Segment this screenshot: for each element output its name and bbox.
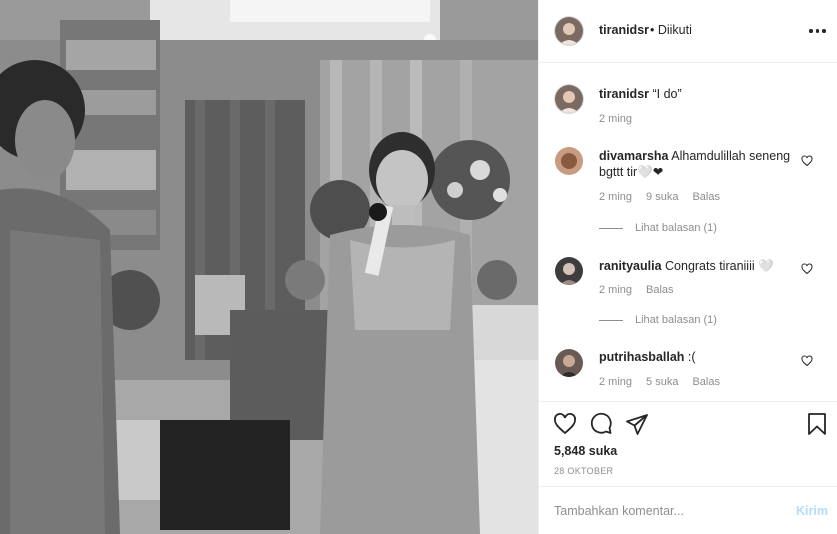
post-comment-button[interactable]: Kirim [796, 504, 828, 518]
view-replies-button[interactable]: Lihat balasan (1) [599, 222, 717, 234]
post-header: tiranidsr • Diikuti [539, 0, 837, 63]
likes-count[interactable]: 5,848 suka [554, 444, 617, 458]
follow-status[interactable]: • Diikuti [650, 23, 692, 37]
share-icon[interactable] [625, 412, 649, 436]
comment: divamarsha Alhamdulillah seneng bgttt ti… [599, 148, 799, 180]
comment-like-heart-icon[interactable] [801, 263, 813, 275]
comment-text: :( [687, 350, 696, 364]
heart-icon[interactable] [553, 412, 577, 436]
post-photo[interactable] [0, 0, 538, 534]
reply-button[interactable]: Balas [692, 376, 720, 388]
comment-icon[interactable] [589, 412, 613, 436]
comment-avatar[interactable] [555, 349, 583, 377]
comment: putrihasballah :( [599, 349, 799, 365]
more-options-icon[interactable] [809, 24, 827, 38]
comment-time[interactable]: 2 ming [599, 284, 632, 296]
instagram-post-modal: tiranidsr • Diikuti tiranidsr “I do” 2 m… [0, 0, 837, 534]
comment-input[interactable]: Tambahkan komentar... [554, 504, 684, 518]
reply-button[interactable]: Balas [646, 284, 674, 296]
caption: tiranidsr “I do” [599, 86, 799, 102]
author-avatar[interactable] [555, 17, 583, 45]
caption-username[interactable]: tiranidsr [599, 87, 649, 101]
comment-meta: 2 ming 9 suka Balas [599, 191, 720, 203]
comment: ranityaulia Congrats tiraniiii 🤍 [599, 258, 799, 274]
comment-username[interactable]: divamarsha [599, 149, 668, 163]
reply-button[interactable]: Balas [692, 191, 720, 203]
post-date[interactable]: 28 OKTOBER [554, 466, 613, 476]
add-comment-bar: Tambahkan komentar... Kirim [539, 486, 837, 534]
comment-like-heart-icon[interactable] [801, 355, 813, 367]
caption-meta: 2 ming [599, 113, 632, 125]
comment-time[interactable]: 2 ming [599, 376, 632, 388]
comment-time[interactable]: 2 ming [599, 191, 632, 203]
comment-text: Congrats tiraniiii 🤍 [665, 259, 774, 273]
replies-divider [599, 319, 623, 321]
caption-time[interactable]: 2 ming [599, 113, 632, 125]
comment-username[interactable]: putrihasballah [599, 350, 684, 364]
comment-avatar[interactable] [555, 257, 583, 285]
comment-likes[interactable]: 5 suka [646, 376, 678, 388]
bookmark-icon[interactable] [805, 412, 829, 436]
comment-like-heart-icon[interactable] [801, 155, 813, 167]
comment-meta: 2 ming Balas [599, 284, 674, 296]
author-username[interactable]: tiranidsr [599, 23, 649, 37]
caption-avatar[interactable] [555, 85, 583, 113]
post-actions: 5,848 suka 28 OKTOBER [539, 401, 837, 486]
caption-text: “I do” [652, 87, 682, 101]
view-replies-label: Lihat balasan (1) [635, 222, 717, 234]
view-replies-label: Lihat balasan (1) [635, 314, 717, 326]
comment-avatar[interactable] [555, 147, 583, 175]
photo-illustration [0, 0, 538, 534]
comment-meta: 2 ming 5 suka Balas [599, 376, 720, 388]
comment-username[interactable]: ranityaulia [599, 259, 662, 273]
view-replies-button[interactable]: Lihat balasan (1) [599, 314, 717, 326]
post-side-panel: tiranidsr • Diikuti tiranidsr “I do” 2 m… [538, 0, 837, 534]
comment-likes[interactable]: 9 suka [646, 191, 678, 203]
replies-divider [599, 227, 623, 229]
